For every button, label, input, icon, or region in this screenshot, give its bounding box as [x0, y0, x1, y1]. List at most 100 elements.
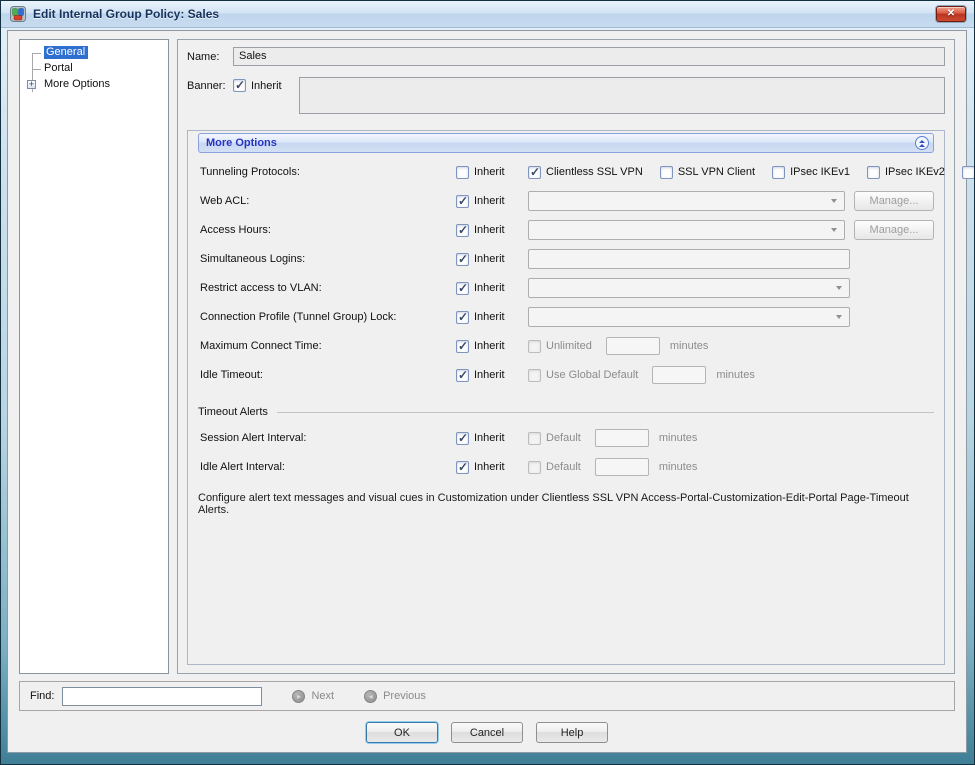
inherit-label: Inherit	[474, 311, 505, 323]
cancel-button[interactable]: Cancel	[451, 722, 523, 743]
inherit-label: Inherit	[474, 369, 505, 381]
general-settings-panel: Name: Sales Banner: Inherit More Options	[177, 39, 955, 674]
tunnel-group-lock-dropdown	[528, 307, 850, 327]
row-label: Restrict access to VLAN:	[198, 282, 456, 294]
inherit-label: Inherit	[474, 461, 505, 473]
idle-alert-inherit-checkbox[interactable]	[456, 461, 469, 474]
row-label: Web ACL:	[198, 195, 456, 207]
next-arrow-icon: ▸	[292, 690, 305, 703]
protocol-checkbox[interactable]	[528, 166, 541, 179]
edit-group-policy-dialog: Edit Internal Group Policy: Sales ✕ Gene…	[0, 0, 975, 765]
restrict-vlan-dropdown	[528, 278, 850, 298]
row-label: Connection Profile (Tunnel Group) Lock:	[198, 311, 456, 323]
sidebar-item-general[interactable]: General	[22, 45, 166, 61]
protocol-checkbox[interactable]	[962, 166, 975, 179]
idle-timeout-inherit-checkbox[interactable]	[456, 369, 469, 382]
chevron-down-icon	[831, 228, 837, 232]
previous-label: Previous	[383, 690, 426, 702]
close-button[interactable]: ✕	[936, 6, 966, 22]
max-connect-time-inherit-checkbox[interactable]	[456, 340, 469, 353]
policy-tree: General Portal + More Options	[22, 45, 166, 93]
protocol-ipsec-ikev1: IPsec IKEv1	[772, 166, 850, 179]
row-label: Session Alert Interval:	[198, 432, 456, 444]
more-options-pane: More Options Tunneling Protocols: Inheri…	[187, 130, 945, 665]
banner-label: Banner:	[187, 77, 233, 92]
row-label: Simultaneous Logins:	[198, 253, 456, 265]
collapse-button[interactable]	[915, 136, 929, 150]
session-default-label: Default	[546, 432, 581, 444]
timeout-alerts-title: Timeout Alerts	[198, 406, 268, 418]
tunneling-protocols-row: Tunneling Protocols: Inherit Clientless …	[198, 162, 934, 182]
tunnel-group-lock-row: Connection Profile (Tunnel Group) Lock: …	[198, 307, 934, 327]
find-input[interactable]	[62, 687, 262, 706]
tree-item-label: Portal	[44, 62, 73, 74]
idle-default-checkbox	[528, 461, 541, 474]
tunnel-group-lock-inherit-checkbox[interactable]	[456, 311, 469, 324]
tree-item-label: General	[44, 46, 88, 59]
restrict-vlan-row: Restrict access to VLAN: Inherit	[198, 278, 934, 298]
timeout-alerts-separator: Timeout Alerts	[198, 405, 934, 419]
restrict-vlan-inherit-checkbox[interactable]	[456, 282, 469, 295]
idle-default-label: Default	[546, 461, 581, 473]
session-alert-row: Session Alert Interval: Inherit Default	[198, 428, 934, 448]
protocol-checkbox[interactable]	[660, 166, 673, 179]
chevron-down-icon	[836, 286, 842, 290]
name-field: Sales	[233, 47, 945, 66]
session-alert-inherit-checkbox[interactable]	[456, 432, 469, 445]
find-previous-button[interactable]: ◂ Previous	[364, 690, 426, 703]
inherit-label: Inherit	[474, 195, 505, 207]
access-hours-inherit-checkbox[interactable]	[456, 224, 469, 237]
row-label: Maximum Connect Time:	[198, 340, 456, 352]
customization-note: Configure alert text messages and visual…	[198, 492, 934, 516]
ok-button[interactable]: OK	[366, 722, 438, 743]
inherit-label: Inherit	[474, 340, 505, 352]
use-global-default-label: Use Global Default	[546, 369, 638, 381]
find-label: Find:	[30, 690, 54, 702]
banner-inherit-checkbox[interactable]	[233, 79, 246, 92]
minutes-unit-label: minutes	[670, 340, 709, 352]
dialog-buttons: OK Cancel Help	[19, 722, 955, 743]
inherit-label: Inherit	[474, 224, 505, 236]
inherit-label: Inherit	[474, 282, 505, 294]
idle-alert-row: Idle Alert Interval: Inherit Default min	[198, 457, 934, 477]
web-acl-dropdown	[528, 191, 845, 211]
idle-timeout-row: Idle Timeout: Inherit Use Global Default	[198, 365, 934, 385]
simultaneous-logins-inherit-checkbox[interactable]	[456, 253, 469, 266]
protocol-checkbox[interactable]	[867, 166, 880, 179]
tree-item-label: More Options	[44, 78, 110, 90]
find-next-button[interactable]: ▸ Next	[292, 690, 334, 703]
inherit-label: Inherit	[474, 432, 505, 444]
protocol-l2tp-ipsec: L2TP/IPsec	[962, 166, 975, 179]
simultaneous-logins-field	[528, 249, 850, 269]
simultaneous-logins-row: Simultaneous Logins: Inherit	[198, 249, 934, 269]
policy-tree-panel: General Portal + More Options	[19, 39, 169, 674]
protocol-label: IPsec IKEv2	[885, 166, 945, 178]
next-label: Next	[311, 690, 334, 702]
help-button[interactable]: Help	[536, 722, 608, 743]
row-label: Idle Timeout:	[198, 369, 456, 381]
inherit-label: Inherit	[474, 166, 505, 178]
banner-textarea	[299, 77, 945, 114]
find-bar: Find: ▸ Next ◂ Previous	[19, 681, 955, 711]
chevron-up-icon	[919, 140, 925, 143]
row-label: Access Hours:	[198, 224, 456, 236]
protocol-ssl-vpn-client: SSL VPN Client	[660, 166, 755, 179]
tunneling-inherit-checkbox[interactable]	[456, 166, 469, 179]
more-options-title: More Options	[206, 137, 915, 149]
session-alert-minutes-field	[595, 429, 649, 447]
sidebar-item-portal[interactable]: Portal	[22, 61, 166, 77]
access-hours-dropdown	[528, 220, 845, 240]
max-connect-time-row: Maximum Connect Time: Inherit Unlimited	[198, 336, 934, 356]
previous-arrow-icon: ◂	[364, 690, 377, 703]
protocol-checkbox[interactable]	[772, 166, 785, 179]
web-acl-inherit-checkbox[interactable]	[456, 195, 469, 208]
protocol-label: Clientless SSL VPN	[546, 166, 643, 178]
use-global-default-checkbox	[528, 369, 541, 382]
sidebar-item-more-options[interactable]: + More Options	[22, 77, 166, 93]
separator-line	[277, 412, 934, 413]
access-hours-manage-button: Manage...	[854, 220, 934, 240]
app-icon	[10, 6, 26, 22]
row-label: Tunneling Protocols:	[198, 166, 456, 178]
window-title: Edit Internal Group Policy: Sales	[33, 7, 936, 21]
tree-expand-icon[interactable]: +	[27, 80, 36, 89]
